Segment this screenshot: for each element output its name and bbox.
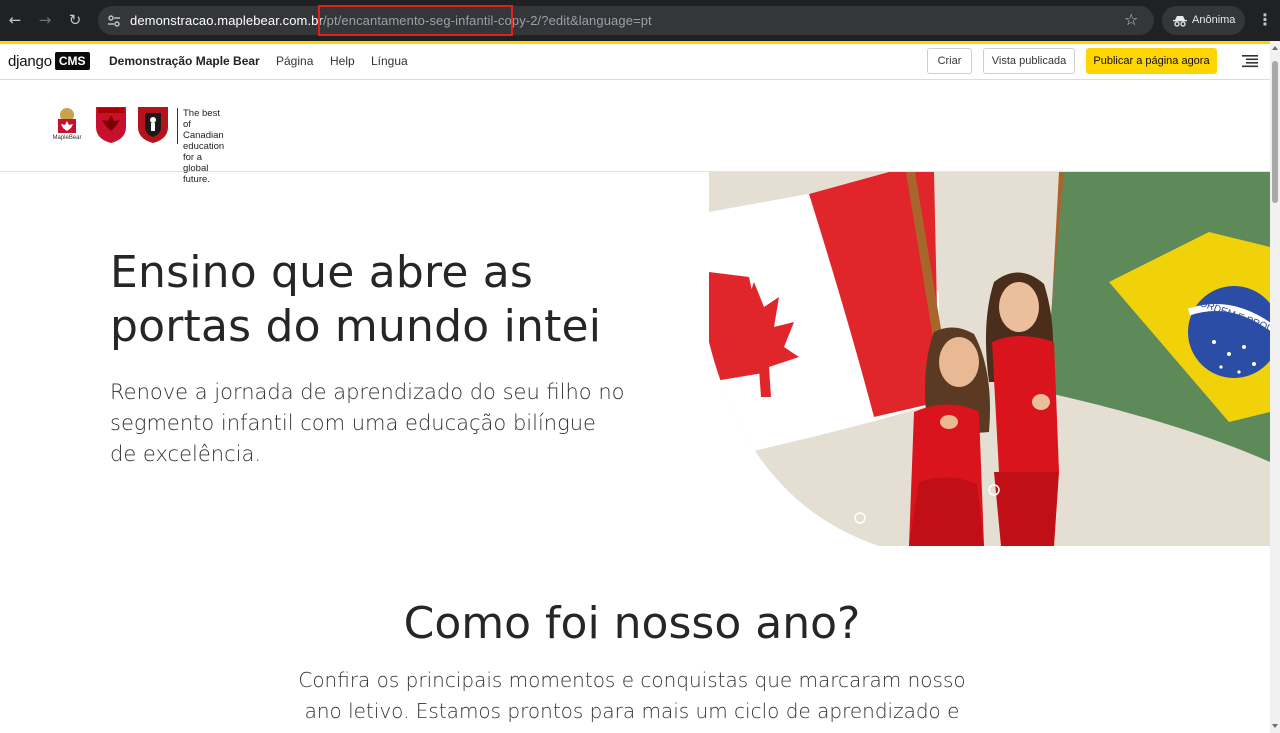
section-text: Confira os principais momentos e conquis… (282, 665, 982, 727)
incognito-icon (1173, 16, 1187, 27)
url-highlight-annotation (318, 5, 513, 36)
tagline: The best of Canadian education for a glo… (183, 108, 224, 185)
browser-toolbar: ← → ↻ demonstracao.maplebear.com.br/pt/e… (0, 0, 1280, 41)
hero-title-line: Ensino que abre as (110, 247, 534, 298)
section-text-line: Confira os principais momentos e conquis… (298, 668, 966, 692)
logo-small-text: MapleBear (52, 135, 81, 141)
logo-text: django (8, 52, 52, 70)
structure-toggle-icon[interactable] (1240, 53, 1260, 69)
cms-site-name[interactable]: Demonstração Maple Bear (109, 54, 260, 68)
back-arrow-icon[interactable]: ← (4, 9, 26, 31)
hero-title-line: portas do mundo intei (110, 301, 602, 352)
page-scrollbar[interactable] (1270, 41, 1280, 733)
hero-subtitle-line: segmento infantil com uma educação bilín… (110, 411, 596, 435)
incognito-profile-chip[interactable]: Anônima (1162, 6, 1245, 35)
logo-badge: CMS (54, 52, 90, 70)
site-header: MapleBear The best of Canadian education… (0, 80, 1270, 185)
scroll-up-arrow-icon[interactable] (1270, 43, 1280, 53)
logo-divider (177, 108, 178, 144)
cms-menu-language[interactable]: Língua (371, 54, 408, 68)
published-view-button[interactable]: Vista publicada (983, 48, 1075, 74)
hero-subtitle-line: de excelência. (110, 442, 261, 466)
hero-title: Ensino que abre as portas do mundo intei (110, 246, 670, 354)
cms-menu-help[interactable]: Help (330, 54, 355, 68)
hero-image-girls-with-flags: ORDEM E PROG (709, 172, 1270, 546)
section-text-line: ano letivo. Estamos prontos para mais um… (304, 699, 960, 723)
kebab-menu-icon[interactable]: ⋮ (1255, 10, 1275, 32)
create-button[interactable]: Criar (927, 48, 972, 74)
site-info-icon[interactable] (106, 13, 122, 29)
tagline-line: for a global future. (183, 152, 210, 185)
tagline-line: The best of (183, 108, 220, 130)
section-title: Como foi nosso ano? (403, 598, 861, 649)
tagline-line: Canadian education (183, 130, 225, 152)
django-cms-logo[interactable]: django CMS (8, 51, 90, 71)
maple-bear-shield-logo-icon (96, 107, 126, 143)
hero-subtitle-line: Renove a jornada de aprendizado do seu f… (110, 380, 625, 404)
maple-bear-dark-shield-logo-icon (138, 107, 168, 143)
cms-toolbar: django CMS Demonstração Maple Bear Págin… (0, 44, 1270, 80)
cms-menu-page[interactable]: Página (276, 54, 313, 68)
maple-bear-bear-logo-icon: MapleBear (52, 108, 82, 141)
hero-subtitle: Renove a jornada de aprendizado do seu f… (110, 377, 640, 470)
scrollbar-thumb[interactable] (1272, 61, 1278, 203)
profile-label: Anônima (1192, 14, 1236, 26)
reload-icon[interactable]: ↻ (64, 9, 86, 31)
publish-now-button[interactable]: Publicar a página agora (1086, 48, 1217, 74)
scroll-down-arrow-icon[interactable] (1270, 721, 1280, 731)
bookmark-star-icon[interactable]: ☆ (1124, 11, 1142, 29)
url-host: demonstracao.maplebear.com.br (130, 13, 323, 28)
forward-arrow-icon[interactable]: → (34, 9, 56, 31)
address-bar[interactable]: demonstracao.maplebear.com.br/pt/encanta… (98, 5, 1154, 36)
